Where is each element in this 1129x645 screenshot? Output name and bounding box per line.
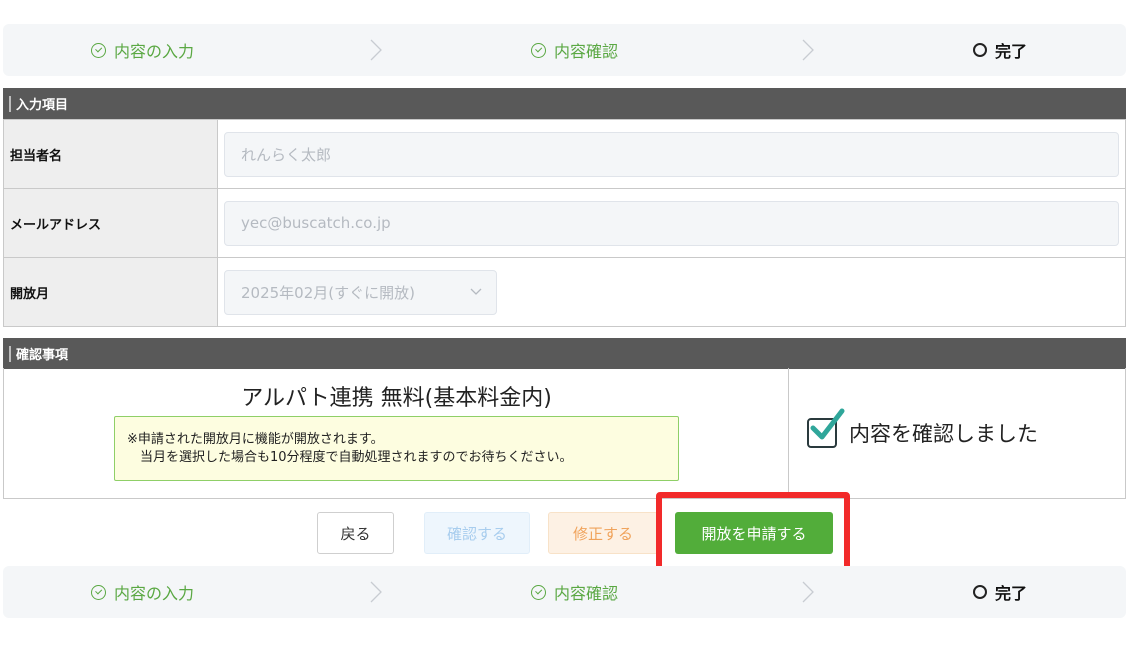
step-label: 内容の入力 xyxy=(114,584,195,603)
confirm-details: アルパト連携 無料(基本料金内) ※申請された開放月に機能が開放されます。 当月… xyxy=(4,368,789,498)
field-cell: れんらく太郎 xyxy=(218,120,1125,188)
step-input: 内容の入力 xyxy=(91,24,194,76)
section-header-confirm: 確認事項 xyxy=(3,338,1126,369)
section-marker xyxy=(9,345,11,362)
chevron-right-icon xyxy=(802,39,814,61)
field-label: 担当者名 xyxy=(4,120,218,188)
section-header-input: 入力項目 xyxy=(3,88,1126,119)
step-label: 内容の入力 xyxy=(114,42,195,61)
circle-icon xyxy=(973,585,987,599)
field-label: メールアドレス xyxy=(4,189,218,257)
check-circle-icon xyxy=(91,584,106,600)
section-marker xyxy=(9,95,11,112)
step-complete: 完了 xyxy=(973,566,1027,618)
progress-stepper-top: 内容の入力 内容確認 完了 xyxy=(3,24,1126,76)
month-select-value: 2025年02月(すぐに開放) xyxy=(241,283,415,302)
circle-icon xyxy=(973,43,987,57)
confirm-panel: アルパト連携 無料(基本料金内) ※申請された開放月に機能が開放されます。 当月… xyxy=(3,368,1126,499)
checkmark-icon xyxy=(810,408,845,440)
progress-stepper-bottom: 内容の入力 内容確認 完了 xyxy=(3,566,1126,618)
form-row-month: 開放月 2025年02月(すぐに開放) xyxy=(4,257,1125,326)
check-circle-icon xyxy=(91,42,106,58)
step-confirm: 内容確認 xyxy=(531,566,618,618)
edit-button[interactable]: 修正する xyxy=(548,512,658,554)
field-cell: yec@buscatch.co.jp xyxy=(218,189,1125,257)
notice-line: 当月を選択した場合も10分程度で自動処理されますのでお待ちください。 xyxy=(140,450,573,465)
step-label: 完了 xyxy=(995,584,1028,603)
step-confirm: 内容確認 xyxy=(531,24,618,76)
month-select[interactable]: 2025年02月(すぐに開放) xyxy=(224,269,497,315)
step-label: 内容確認 xyxy=(554,584,619,603)
email-input[interactable]: yec@buscatch.co.jp xyxy=(224,200,1119,246)
check-circle-icon xyxy=(531,584,546,600)
checkbox-label: 内容を確認しました xyxy=(849,422,1038,446)
chevron-right-icon xyxy=(370,39,382,61)
back-button[interactable]: 戻る xyxy=(317,512,394,554)
highlight-annotation xyxy=(656,492,850,574)
step-complete: 完了 xyxy=(973,24,1027,76)
step-label: 内容確認 xyxy=(554,42,619,61)
step-label: 完了 xyxy=(995,42,1028,61)
form-row-email: メールアドレス yec@buscatch.co.jp xyxy=(4,188,1125,257)
chevron-down-icon xyxy=(470,288,482,295)
action-buttons: 戻る 確認する 修正する 開放を申請する xyxy=(0,512,1129,556)
confirm-checkbox[interactable] xyxy=(807,408,845,448)
name-input[interactable]: れんらく太郎 xyxy=(224,131,1119,177)
confirm-check-area: 内容を確認しました xyxy=(789,368,1125,498)
chevron-right-icon xyxy=(802,581,814,603)
input-form: 担当者名 れんらく太郎 メールアドレス yec@buscatch.co.jp 開… xyxy=(3,119,1126,327)
notice-line: ※申請された開放月に機能が開放されます。 xyxy=(127,432,384,447)
chevron-right-icon xyxy=(370,581,382,603)
check-circle-icon xyxy=(531,42,546,58)
field-cell: 2025年02月(すぐに開放) xyxy=(218,258,1125,326)
section-title: 確認事項 xyxy=(16,348,69,363)
notice-box: ※申請された開放月に機能が開放されます。 当月を選択した場合も10分程度で自動処… xyxy=(114,416,679,481)
section-title: 入力項目 xyxy=(16,98,69,113)
step-input: 内容の入力 xyxy=(91,566,194,618)
field-label: 開放月 xyxy=(4,258,218,326)
confirm-button[interactable]: 確認する xyxy=(424,512,530,554)
plan-title: アルパト連携 無料(基本料金内) xyxy=(241,386,552,411)
form-row-name: 担当者名 れんらく太郎 xyxy=(4,119,1125,188)
